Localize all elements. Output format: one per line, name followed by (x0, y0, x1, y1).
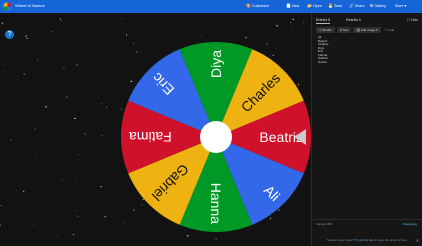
add-image-label: Add image (360, 28, 376, 32)
footnote-prefix: Need a single wheel? (327, 238, 355, 242)
sort-label: Sort (342, 28, 349, 32)
menu-customize-label: Customize (251, 3, 269, 8)
menu-share-label: Share (354, 3, 365, 8)
version-label: Version 305 (316, 222, 332, 226)
hide-checkbox-label: Hide (388, 28, 395, 32)
app-logo-icon[interactable] (3, 2, 12, 11)
wheel-stage[interactable]: Beatriz Ali Hanna Gabriel Fatima Eric Diya Char… (0, 13, 311, 246)
add-image-button[interactable]: 🖼 Add image ▾ (353, 27, 381, 33)
gallery-icon: ⊞ (370, 3, 374, 8)
footnote-link[interactable]: Try out this site (354, 238, 373, 242)
version-bar: Version 305 Changelog (312, 219, 422, 228)
menu-save[interactable]: 💾 Save (328, 3, 342, 8)
tab-entries[interactable]: Entries 8 (316, 18, 331, 24)
menu-new[interactable]: 📄 New (286, 3, 299, 8)
sidebar: Entries 8 Results 0 ☐ Hide ⤮ Shuffle ⇅ S… (311, 13, 422, 246)
menu-customize[interactable]: 🎨 Customize (246, 3, 269, 8)
menu-open[interactable]: 📂 Open (307, 3, 322, 8)
close-icon[interactable]: ✕ (416, 238, 419, 243)
footnote: Need a single wheel? Try out this site t… (327, 238, 407, 242)
menu-gallery-label: Gallery (374, 3, 386, 8)
wheel-slice-label: Diya (208, 50, 224, 78)
open-icon: 📂 (307, 3, 312, 8)
menu-new-label: New (291, 3, 300, 8)
menu-open-label: Open (312, 3, 322, 8)
hide-sidebar-label: Hide (411, 18, 418, 22)
menu-save-label: Save (333, 3, 343, 8)
menu-more[interactable]: More ▾ (395, 3, 406, 8)
help-fab-button[interactable]: ? (5, 30, 14, 39)
menu-share[interactable]: 🔗 Share (349, 3, 365, 8)
shuffle-label: Shuffle (322, 28, 332, 32)
changelog-link[interactable]: Changelog (402, 222, 417, 226)
share-icon: 🔗 (349, 3, 354, 8)
sort-button[interactable]: ⇅ Sort (336, 27, 352, 33)
palette-icon: 🎨 (246, 3, 251, 8)
tab-results[interactable]: Results 0 (346, 18, 361, 22)
entries-textarea[interactable]: Ali Beatriz Charles Diya Eric Fatima Gab… (318, 35, 378, 64)
footnote-suffix: to make the wheel for free. (373, 238, 408, 242)
sidebar-tabs: Entries 8 Results 0 ☐ Hide (316, 17, 418, 24)
hide-sidebar-toggle[interactable]: ☐ Hide (407, 18, 418, 22)
entries-toolbar: ⤮ Shuffle ⇅ Sort 🖼 Add image ▾ ☐ Hide (316, 27, 394, 33)
chevron-down-icon: ▾ (404, 3, 407, 8)
wheel-center-hub[interactable] (200, 121, 232, 153)
menu-gallery[interactable]: ⊞ Gallery (370, 3, 386, 8)
wheel-slice-label: Hanna (208, 183, 224, 224)
wheel-slice-label: Fatima (129, 129, 172, 145)
wheel[interactable]: BeatrizAliHannaGabrielFatimaEricDiyaChar… (0, 13, 311, 246)
entry-line: Hanna (318, 59, 327, 64)
new-icon: 📄 (286, 3, 291, 8)
top-bar: Wheel of Names 🎨 Customize 📄 New 📂 Open … (0, 0, 422, 13)
menu-more-label: More (395, 3, 404, 8)
shuffle-button[interactable]: ⤮ Shuffle (316, 27, 335, 33)
hide-checkbox[interactable]: ☐ Hide (385, 27, 395, 33)
app-title[interactable]: Wheel of Names (15, 3, 45, 8)
save-icon: 💾 (328, 3, 333, 8)
